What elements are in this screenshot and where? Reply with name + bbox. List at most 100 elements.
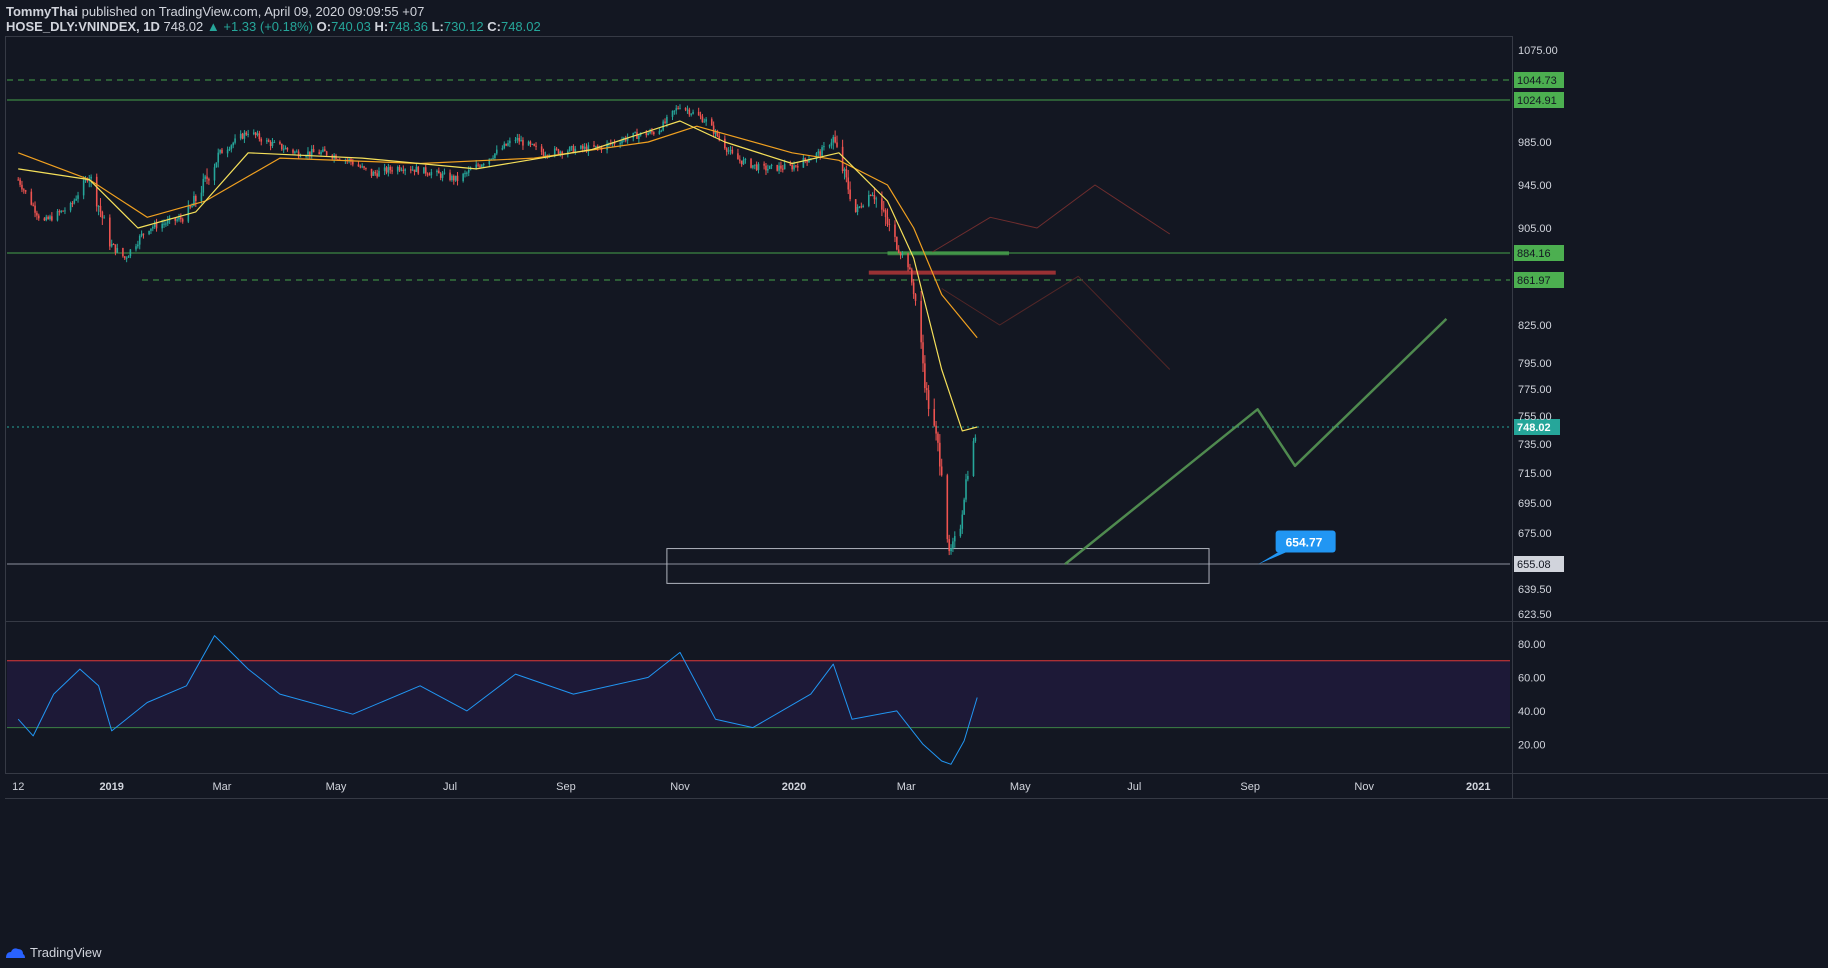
- price-tick-label-8: 735.00: [1518, 439, 1552, 451]
- candle-body: [482, 164, 485, 166]
- candle-body: [180, 217, 182, 220]
- candle-body: [374, 172, 377, 174]
- candle-body: [383, 167, 386, 171]
- candle-body: [542, 152, 545, 156]
- candle-body: [424, 167, 427, 174]
- candle-body: [318, 152, 320, 155]
- candle-body: [518, 137, 521, 142]
- candle-body: [570, 146, 573, 148]
- candle-body: [361, 166, 363, 168]
- candle-body: [292, 149, 294, 153]
- time-tick-label-10: Jul: [1127, 781, 1141, 793]
- candle-body: [254, 132, 257, 136]
- candle-body: [843, 169, 846, 171]
- candle-body: [664, 121, 666, 123]
- candle-body: [142, 233, 145, 235]
- candle-body: [166, 220, 169, 224]
- candle-body: [370, 168, 373, 176]
- candle-body: [99, 205, 102, 212]
- candle-body: [731, 149, 734, 154]
- candle-body: [494, 153, 496, 158]
- candle-body: [697, 111, 700, 116]
- candle-body: [881, 198, 883, 210]
- candle-body: [243, 132, 246, 139]
- candle-body: [675, 108, 678, 111]
- candle-body: [271, 142, 274, 147]
- candle-body: [241, 133, 244, 139]
- projection-path-1: [941, 275, 1171, 370]
- candle-body: [823, 146, 825, 148]
- candle-body: [239, 133, 242, 139]
- candle-body: [45, 216, 48, 221]
- level-label-4: 655.08: [1517, 559, 1551, 571]
- candle-body: [479, 165, 481, 167]
- candle-body: [808, 160, 810, 163]
- candle-body: [849, 189, 851, 200]
- candle-body: [391, 170, 393, 172]
- candle-body: [555, 148, 558, 150]
- candle-body: [701, 116, 704, 123]
- chart-canvas[interactable]: 1044.73 1024.91 884.16 861.97 655.08 654.77 74…: [0, 0, 1828, 968]
- candle-body: [71, 203, 74, 205]
- candle-body: [62, 210, 64, 212]
- candle-body: [841, 146, 844, 171]
- rsi-band: [7, 660, 1510, 728]
- candle-body: [411, 169, 414, 171]
- candle-body: [776, 164, 778, 171]
- candle-body: [125, 257, 128, 259]
- candle-body: [507, 143, 509, 146]
- level-label-0: 1044.73: [1517, 75, 1557, 87]
- candle-body: [266, 140, 268, 142]
- candle-body: [294, 151, 296, 153]
- candle-body: [21, 184, 23, 190]
- candle-body: [828, 145, 831, 147]
- candle-body: [703, 121, 706, 123]
- candle-body: [651, 130, 653, 133]
- candle-body: [488, 158, 491, 165]
- candle-body: [396, 166, 399, 172]
- candle-body: [896, 236, 898, 250]
- candle-body: [755, 164, 758, 171]
- candle-body: [533, 144, 535, 146]
- candle-body: [123, 256, 126, 259]
- candle-body: [965, 479, 967, 500]
- candle-body: [400, 169, 403, 171]
- candle-body: [73, 200, 76, 204]
- candle-body: [953, 536, 956, 542]
- candle-body: [202, 178, 205, 193]
- candle-body: [77, 195, 79, 199]
- candle-body: [757, 163, 760, 171]
- candle-body: [834, 136, 836, 143]
- candle-body: [718, 135, 721, 139]
- candle-body: [32, 204, 34, 206]
- candle-body: [404, 169, 406, 171]
- time-tick-label-6: Nov: [670, 781, 690, 793]
- candle-body: [961, 514, 964, 529]
- candle-body: [58, 211, 61, 213]
- candle-body: [854, 199, 857, 213]
- price-tick-label-2: 945.00: [1518, 180, 1552, 192]
- candle-body: [817, 151, 820, 154]
- candle-body: [909, 267, 911, 270]
- candle-body: [103, 217, 106, 219]
- candle-body: [441, 173, 444, 178]
- candle-body: [638, 135, 640, 139]
- candle-body: [409, 169, 412, 171]
- candle-body: [952, 541, 954, 549]
- candle-body: [17, 179, 20, 181]
- tradingview-logo[interactable]: TradingView: [4, 945, 102, 960]
- candle-body: [109, 217, 111, 247]
- candle-body: [862, 205, 864, 208]
- candle-body: [127, 256, 130, 258]
- candle-body: [514, 139, 517, 141]
- candle-body: [402, 169, 405, 171]
- candle-body: [101, 211, 104, 218]
- candle-body: [501, 148, 504, 150]
- candle-body: [195, 196, 197, 202]
- candle-body: [365, 167, 367, 169]
- candle-body: [492, 157, 494, 159]
- candle-body: [467, 170, 470, 173]
- candle-body: [30, 191, 33, 205]
- candle-body: [36, 212, 38, 216]
- candle-body: [232, 142, 234, 146]
